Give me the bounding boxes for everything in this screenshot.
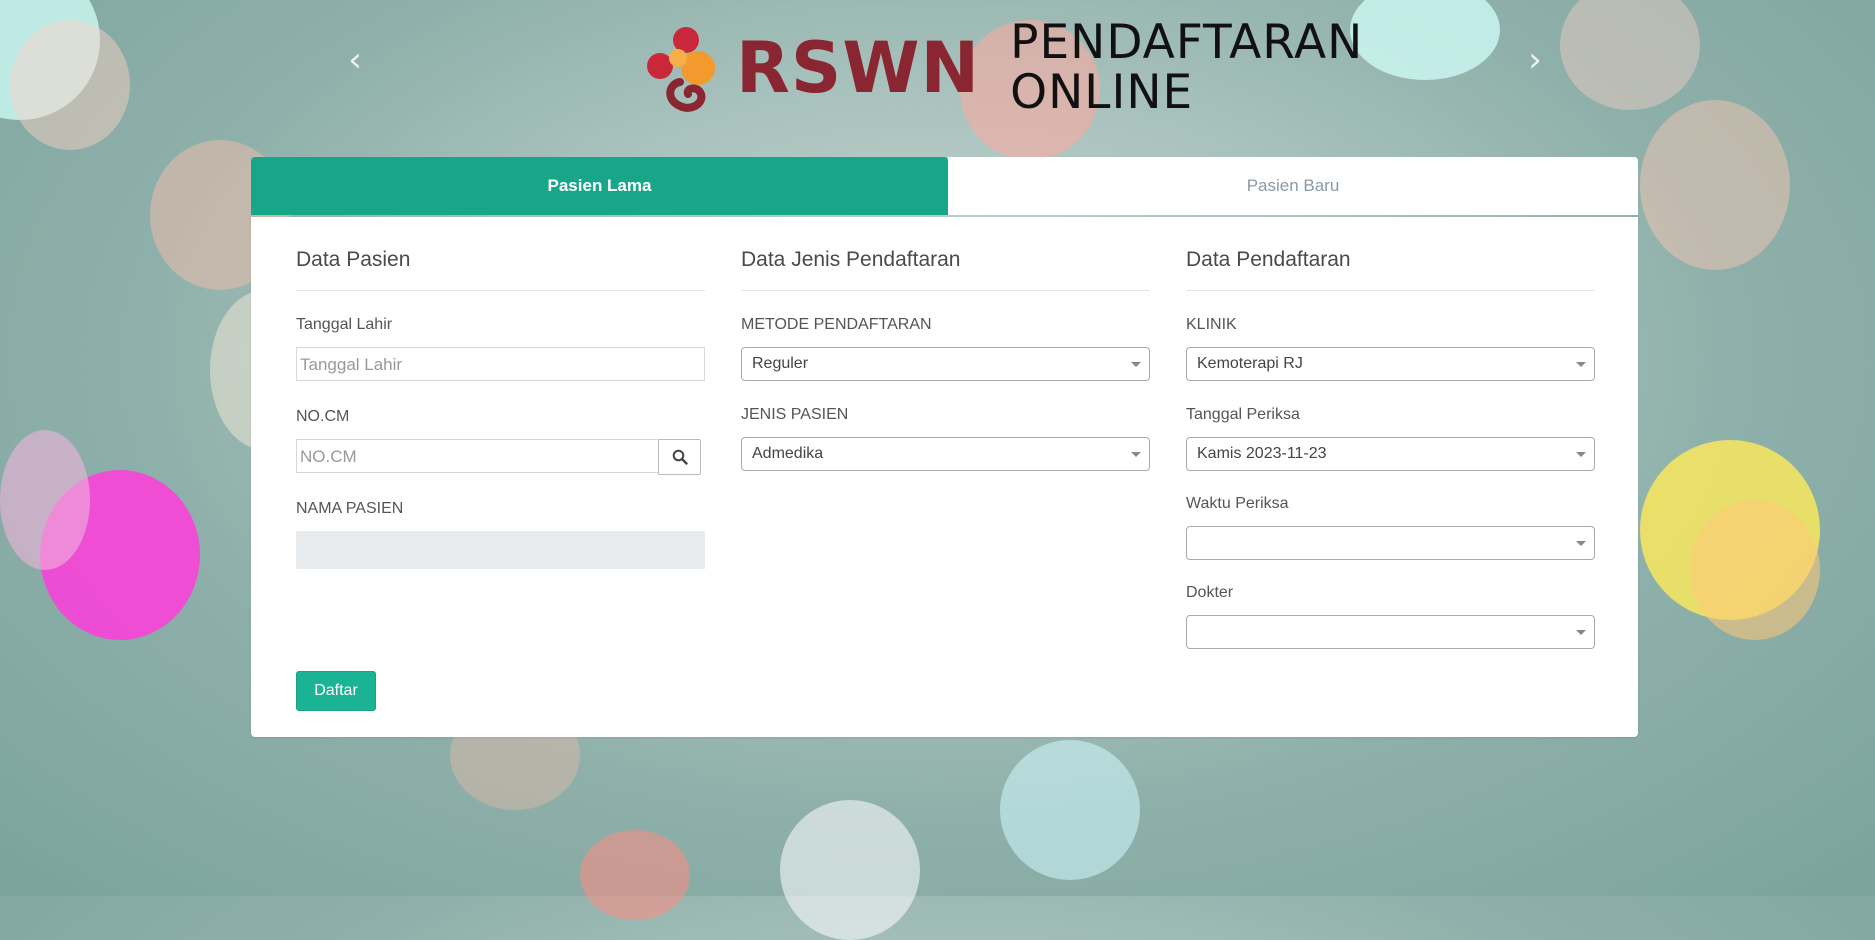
tanggal-periksa-label: Tanggal Periksa (1186, 406, 1300, 423)
nocm-label: NO.CM (296, 408, 350, 425)
metode-pendaftaran-select[interactable]: Reguler (741, 347, 1150, 381)
dropdown-caret-icon (1576, 630, 1586, 635)
logo-text: RSWN (736, 27, 981, 109)
tab-pasien-lama[interactable]: Pasien Lama (251, 157, 948, 215)
carousel-prev-arrow[interactable]: ‹ (340, 40, 370, 80)
waktu-periksa-label: Waktu Periksa (1186, 495, 1289, 512)
tanggal-lahir-input[interactable]: Tanggal Lahir (296, 347, 705, 381)
nocm-input[interactable]: NO.CM (296, 439, 659, 473)
klinik-select[interactable]: Kemoterapi RJ (1186, 347, 1595, 381)
nama-pasien-label: NAMA PASIEN (296, 500, 404, 517)
logo-subtitle-line1: PENDAFTARAN (1010, 15, 1364, 70)
klinik-label: KLINIK (1186, 316, 1237, 333)
divider (741, 290, 1150, 291)
section-title: Data Jenis Pendaftaran (741, 248, 961, 271)
dropdown-caret-icon (1131, 452, 1141, 457)
selected-value: Kamis 2023-11-23 (1197, 445, 1327, 462)
carousel-next-arrow[interactable]: › (1520, 40, 1550, 80)
dokter-select[interactable] (1186, 615, 1595, 649)
dropdown-caret-icon (1131, 362, 1141, 367)
search-icon (672, 449, 688, 465)
logo-subtitle-line2: ONLINE (1010, 65, 1194, 120)
divider (296, 290, 705, 291)
dokter-label: Dokter (1186, 584, 1234, 601)
waktu-periksa-select[interactable] (1186, 526, 1595, 560)
registration-tabs: Pasien Lama Pasien Baru (251, 157, 1638, 215)
registration-form-card: Data Pasien Tanggal Lahir Tanggal Lahir … (251, 217, 1638, 737)
section-title: Data Pasien (296, 248, 411, 271)
jenis-pasien-label: JENIS PASIEN (741, 406, 849, 423)
divider (1186, 290, 1595, 291)
chevron-right-icon: › (1528, 40, 1542, 80)
nama-pasien-field (296, 531, 705, 569)
selected-value: Reguler (752, 355, 809, 372)
dropdown-caret-icon (1576, 362, 1586, 367)
nocm-search-button[interactable] (658, 439, 701, 475)
hospital-logo: RSWN PENDAFTARAN ONLINE (640, 18, 1363, 118)
dropdown-caret-icon (1576, 541, 1586, 546)
dropdown-caret-icon (1576, 452, 1586, 457)
daftar-button[interactable]: Daftar (296, 671, 376, 711)
tab-pasien-baru[interactable]: Pasien Baru (948, 157, 1638, 215)
logo-subtitle: PENDAFTARAN ONLINE (1010, 18, 1363, 118)
logo-mark-icon (647, 27, 715, 112)
selected-value: Kemoterapi RJ (1197, 355, 1303, 372)
tanggal-lahir-label: Tanggal Lahir (296, 316, 393, 333)
section-title: Data Pendaftaran (1186, 248, 1351, 271)
chevron-left-icon: ‹ (348, 40, 362, 80)
jenis-pasien-select[interactable]: Admedika (741, 437, 1150, 471)
metode-pendaftaran-label: METODE PENDAFTARAN (741, 316, 932, 333)
selected-value: Admedika (752, 445, 824, 462)
tanggal-periksa-select[interactable]: Kamis 2023-11-23 (1186, 437, 1595, 471)
